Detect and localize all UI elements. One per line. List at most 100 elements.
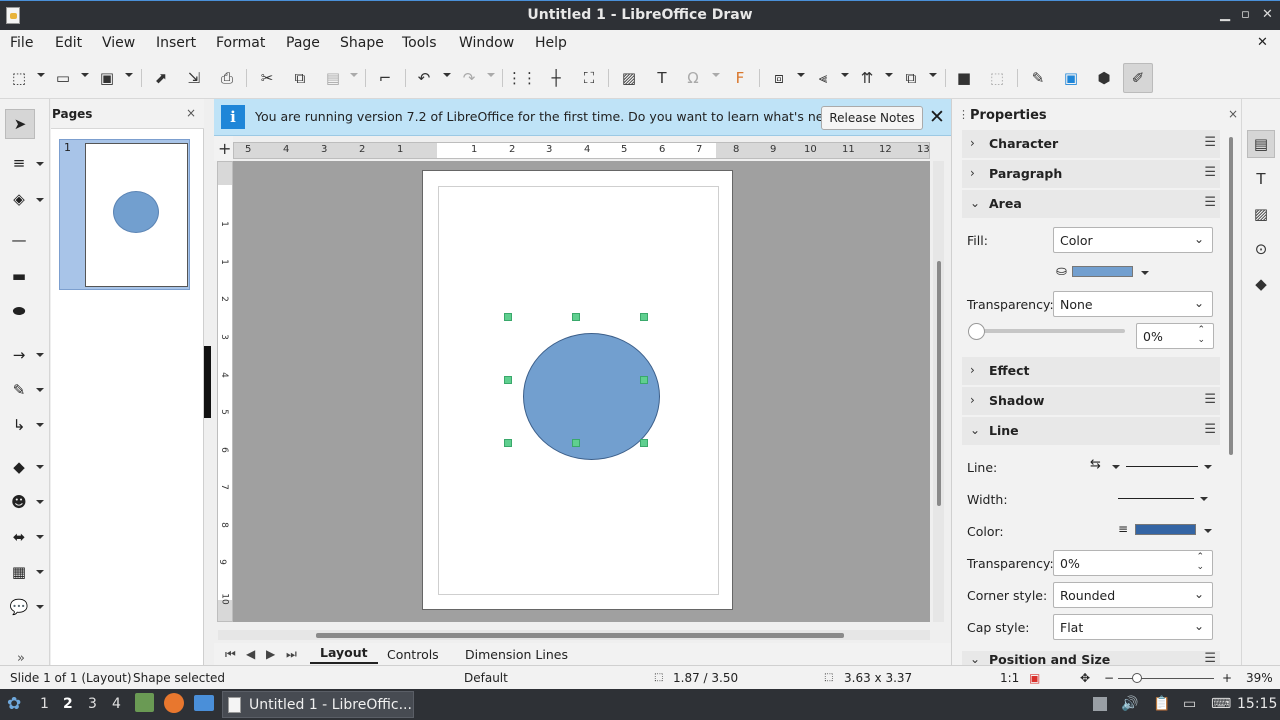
sidebar-close-button[interactable]: × [1228,107,1238,121]
page-thumbnail[interactable]: 1 [59,139,190,290]
spin-arrows-icon[interactable]: ⌃ ⌄ [1197,325,1205,345]
menu-help[interactable]: Help [535,35,567,51]
menu-view[interactable]: View [102,35,135,51]
paste-icon[interactable]: ▤ [322,67,344,89]
redo-dropdown-arrow[interactable] [487,73,495,77]
line-transparency-spinbox[interactable]: 0% ⌃ ⌄ [1053,550,1213,576]
section-area[interactable]: ⌄ Area ☰ [962,190,1220,218]
zoom-slider-knob[interactable] [1132,673,1142,683]
status-zoom[interactable]: 39% [1246,671,1273,685]
line-style-icon[interactable]: ✎ [1027,67,1049,89]
maximize-button[interactable]: ▫ [1241,7,1250,22]
line-color-dropdown-arrow[interactable] [1204,529,1212,533]
zoom-page-icon[interactable]: ⛶ [578,67,600,89]
shapes-deck-icon[interactable]: ◆ [1247,270,1275,298]
section-menu-icon[interactable]: ☰ [1204,165,1216,180]
paste-dropdown-arrow[interactable] [350,73,358,77]
horizontal-scrollbar[interactable] [218,630,930,640]
section-menu-icon[interactable]: ☰ [1204,651,1216,665]
transformations-dropdown-arrow[interactable] [797,73,805,77]
workspace-2[interactable]: 2 [63,696,73,712]
file-manager-icon[interactable] [135,693,154,712]
callouts-dropdown-arrow[interactable] [36,605,44,609]
ellipse-tool-icon[interactable]: ⬬ [8,300,30,322]
align-icon[interactable]: ⫷ [812,67,834,89]
3d-object-icon[interactable]: ⬢ [1093,67,1115,89]
open-folder-icon[interactable]: ▭ [52,67,74,89]
special-character-dropdown-arrow[interactable] [712,73,720,77]
cut-icon[interactable]: ✂ [256,67,278,89]
save-icon[interactable]: ▣ [96,67,118,89]
firefox-icon[interactable] [164,693,184,713]
area-transparency-dropdown[interactable]: None ⌄ [1053,291,1213,317]
navigator-deck-icon[interactable]: ⊙ [1247,235,1275,263]
first-tab-icon[interactable]: ⏮ [225,647,236,662]
section-shadow[interactable]: › Shadow ☰ [962,387,1220,415]
taskbar-window-button[interactable]: Untitled 1 - LibreOffic... [222,691,414,718]
distribute-icon[interactable]: ⧉ [900,67,922,89]
zoom-in-button[interactable]: + [1222,671,1232,685]
arrange-icon[interactable]: ⇈ [856,67,878,89]
gallery-deck-icon[interactable]: ▨ [1247,200,1275,228]
horizontal-scrollbar-thumb[interactable] [316,633,844,638]
zoom-fit-icon[interactable]: ✥ [1080,671,1090,685]
section-effect[interactable]: › Effect [962,357,1220,385]
menu-tools[interactable]: Tools [402,35,437,51]
new-dropdown-arrow[interactable] [37,73,45,77]
insert-textbox-icon[interactable]: T [651,67,673,89]
menu-page[interactable]: Page [286,35,320,51]
grid-icon[interactable]: ⋮⋮ [507,67,537,89]
align-dropdown-arrow[interactable] [841,73,849,77]
area-style-icon[interactable]: ▣ [1060,67,1082,89]
section-menu-icon[interactable]: ☰ [1204,135,1216,150]
horizontal-ruler[interactable]: 5 4 3 2 1 1 2 3 4 5 6 7 8 9 10 11 12 13 [233,142,930,159]
line-color-swatch[interactable] [1135,524,1196,535]
last-tab-icon[interactable]: ⏭ [286,647,297,662]
workspace-4[interactable]: 4 [112,696,121,712]
arrow-style-icon[interactable]: ⇆ [1090,457,1101,472]
infobar-close-button[interactable]: ✕ [929,106,945,128]
section-menu-icon[interactable]: ☰ [1204,195,1216,210]
sidebar-scrollbar-thumb[interactable] [1229,137,1233,455]
fill-color-dropdown-arrow[interactable] [1141,271,1149,275]
vertical-scrollbar[interactable] [933,161,944,622]
line-tool-icon[interactable]: — [8,229,30,251]
close-document-button[interactable]: ✕ [1257,35,1268,50]
copy-icon[interactable]: ⧉ [289,67,311,89]
flowchart-dropdown-arrow[interactable] [36,570,44,574]
connector-tool-icon[interactable]: ↳ [8,414,30,436]
section-paragraph[interactable]: › Paragraph ☰ [962,160,1220,188]
symbol-shapes-icon[interactable]: ☻ [8,491,30,513]
sidebar-scrollbar[interactable] [1228,137,1234,657]
redo-icon[interactable]: ↷ [458,67,480,89]
callouts-icon[interactable]: 💬 [8,596,30,618]
selection-handle[interactable] [640,313,648,321]
display-icon[interactable]: ▭ [1183,696,1196,712]
keyboard-icon[interactable]: ⌨ [1211,696,1231,712]
transparency-percent-spinbox[interactable]: 0% ⌃ ⌄ [1136,323,1214,349]
menu-insert[interactable]: Insert [156,35,196,51]
volume-icon[interactable]: 🔊 [1121,696,1138,712]
save-dropdown-arrow[interactable] [125,73,133,77]
export-pdf-icon[interactable]: ⇲ [183,67,205,89]
fill-type-dropdown[interactable]: Color ⌄ [1053,227,1213,253]
line-width-preview[interactable] [1118,498,1194,499]
curve-tool-icon[interactable]: ✎ [8,379,30,401]
pages-pane-close-button[interactable]: × [186,106,196,120]
fill-color-swatch[interactable] [1072,266,1133,277]
tab-layout[interactable]: Layout [310,645,378,664]
open-dropdown-arrow[interactable] [81,73,89,77]
line-width-dropdown-arrow[interactable] [1200,497,1208,501]
minimize-button[interactable]: ▁ [1220,7,1230,22]
line-style-dropdown-arrow[interactable] [1204,465,1212,469]
terminal-icon[interactable] [194,695,214,711]
connector-dropdown-arrow[interactable] [36,423,44,427]
menu-edit[interactable]: Edit [55,35,82,51]
section-menu-icon[interactable]: ☰ [1204,392,1216,407]
clipboard-icon[interactable]: 📋 [1153,696,1170,712]
crop-icon[interactable]: ⬚ [986,67,1008,89]
basic-shapes-dropdown-arrow[interactable] [36,465,44,469]
selection-handle[interactable] [504,376,512,384]
block-arrows-dropdown-arrow[interactable] [36,535,44,539]
section-line[interactable]: ⌄ Line ☰ [962,417,1220,445]
